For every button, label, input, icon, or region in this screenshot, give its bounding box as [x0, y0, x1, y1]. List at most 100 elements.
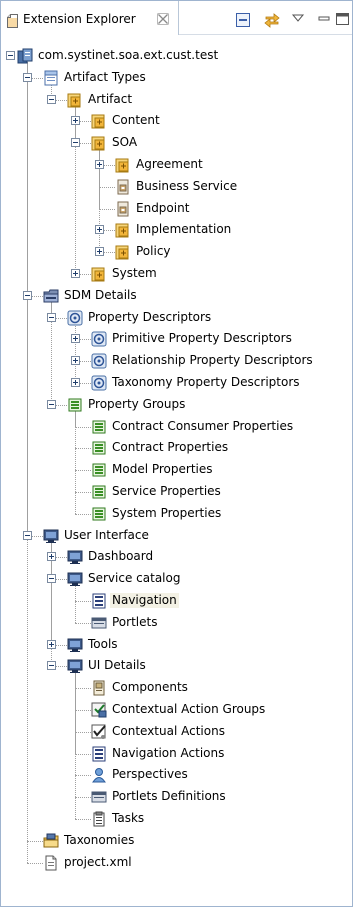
artifact-icon: [115, 223, 129, 238]
tree-item-portlets[interactable]: Portlets: [1, 612, 352, 633]
tree-item-tools[interactable]: Tools: [1, 634, 352, 655]
expand-icon[interactable]: [95, 247, 104, 257]
tree-item-label: Primitive Property Descriptors: [112, 331, 292, 346]
tree-item-label: Navigation Actions: [112, 745, 225, 760]
expand-icon[interactable]: [95, 225, 104, 235]
task-icon: [93, 811, 105, 827]
tree-item-perspectives[interactable]: Perspectives: [1, 764, 352, 785]
tree-item-navigation[interactable]: Navigation: [1, 590, 352, 611]
collapse-icon[interactable]: [47, 661, 56, 671]
tree-item-navigation-actions[interactable]: Navigation Actions: [1, 743, 352, 764]
tree-item-endpoint[interactable]: Endpoint: [1, 198, 352, 219]
collapse-icon[interactable]: [23, 290, 32, 300]
tree-item-property-descriptors[interactable]: Property Descriptors: [1, 307, 352, 328]
tree-item-business-service[interactable]: Business Service: [1, 176, 352, 197]
tree-item-label: Contextual Actions: [112, 723, 225, 738]
tree-item-label: Tools: [88, 636, 118, 651]
tree-item-system[interactable]: System: [1, 263, 352, 284]
tree-item-artifact[interactable]: Artifact: [1, 89, 352, 110]
maximize-icon[interactable]: [335, 11, 353, 27]
tree-item-label: Model Properties: [112, 462, 213, 477]
extension-explorer-view: Extension Explorer com.systinet.soa.ext.…: [0, 0, 353, 907]
tree-item-ui-details[interactable]: UI Details: [1, 655, 352, 676]
collapse-icon[interactable]: [6, 51, 15, 60]
tree-item-system-properties[interactable]: System Properties: [1, 503, 352, 524]
tree-item-soa[interactable]: SOA: [1, 132, 352, 153]
tree-item-tasks[interactable]: Tasks: [1, 808, 352, 829]
collapse-icon[interactable]: [47, 312, 56, 322]
tree-item-com-systinet-soa-ext-cust-test[interactable]: com.systinet.soa.ext.cust.test: [1, 45, 352, 66]
view-tab-bar: Extension Explorer: [1, 1, 352, 35]
tree-item-agreement[interactable]: Agreement: [1, 154, 352, 175]
artifact-icon: [115, 245, 129, 260]
expand-icon[interactable]: [71, 378, 80, 387]
expand-icon[interactable]: [71, 116, 80, 126]
expand-icon[interactable]: [95, 160, 104, 169]
monitor-icon: [67, 572, 83, 587]
tab-title: Extension Explorer: [23, 12, 136, 26]
tree-item-implementation[interactable]: Implementation: [1, 219, 352, 240]
artifact-icon: [67, 93, 81, 108]
extension-tree[interactable]: com.systinet.soa.ext.cust.test Artifact T…: [1, 35, 352, 906]
artifact-leaf-icon: [117, 179, 129, 195]
tree-item-label: Taxonomies: [64, 832, 135, 847]
tree-item-taxonomies[interactable]: Taxonomies: [1, 830, 352, 851]
collapse-all-icon[interactable]: [235, 12, 253, 28]
tree-item-user-interface[interactable]: User Interface: [1, 525, 352, 546]
tree-item-label: User Interface: [64, 527, 149, 542]
collapse-icon[interactable]: [23, 72, 32, 82]
expand-icon[interactable]: [47, 639, 56, 649]
portlet-icon: [91, 791, 107, 803]
tree-item-label: Dashboard: [88, 549, 154, 564]
minimize-icon[interactable]: [316, 11, 334, 27]
tree-item-contract-properties[interactable]: Contract Properties: [1, 437, 352, 458]
collapse-icon[interactable]: [47, 574, 56, 584]
expand-icon[interactable]: [71, 334, 80, 344]
tree-item-label: Policy: [136, 244, 171, 259]
collapse-icon[interactable]: [71, 138, 80, 148]
tree-item-label: Navigation: [110, 593, 179, 608]
expand-icon[interactable]: [47, 552, 56, 562]
tree-item-label: Tasks: [112, 811, 145, 825]
tree-item-portlets-definitions[interactable]: Portlets Definitions: [1, 786, 352, 807]
tree-item-artifact-types[interactable]: Artifact Types: [1, 67, 352, 88]
tree-item-label: Property Groups: [88, 396, 186, 411]
tab-extension-explorer[interactable]: Extension Explorer: [1, 1, 179, 35]
artifact-icon: [91, 114, 105, 129]
tree-item-project-xml[interactable]: project.xml: [1, 852, 352, 873]
navigation-icon: [92, 746, 106, 762]
tree-item-sdm-details[interactable]: SDM Details: [1, 285, 352, 306]
link-with-editor-icon[interactable]: [263, 12, 281, 28]
tree-item-model-properties[interactable]: Model Properties: [1, 459, 352, 480]
collapse-icon[interactable]: [47, 94, 56, 104]
tree-item-dashboard[interactable]: Dashboard: [1, 546, 352, 567]
tree-item-policy[interactable]: Policy: [1, 241, 352, 262]
close-icon[interactable]: [157, 13, 169, 25]
tree-item-label: Taxonomy Property Descriptors: [112, 375, 300, 389]
view-menu-icon[interactable]: [290, 11, 308, 27]
tree-item-components[interactable]: Components: [1, 677, 352, 698]
collapse-icon[interactable]: [47, 399, 56, 409]
expand-icon[interactable]: [71, 356, 80, 366]
tree-item-service-catalog[interactable]: Service catalog: [1, 568, 352, 589]
tree-item-service-properties[interactable]: Service Properties: [1, 481, 352, 502]
tree-item-contextual-action-groups[interactable]: Contextual Action Groups: [1, 699, 352, 720]
tree-item-label: Service Properties: [112, 484, 221, 498]
tree-item-contract-consumer-properties[interactable]: Contract Consumer Properties: [1, 416, 352, 437]
tree-item-label: Contract Properties: [112, 440, 229, 455]
action-group-icon: [91, 702, 107, 718]
tree-item-primitive-property-descriptors[interactable]: Primitive Property Descriptors: [1, 328, 352, 349]
group-icon: [92, 463, 106, 477]
expand-icon[interactable]: [71, 269, 80, 278]
tree-item-contextual-actions[interactable]: Contextual Actions: [1, 721, 352, 742]
tree-item-content[interactable]: Content: [1, 110, 352, 131]
group-icon: [92, 420, 106, 434]
tree-item-label: Artifact Types: [64, 69, 146, 84]
monitor-icon: [67, 638, 83, 652]
collapse-icon[interactable]: [23, 530, 32, 540]
file-icon: [45, 855, 57, 871]
tree-item-label: com.systinet.soa.ext.cust.test: [38, 48, 219, 62]
tree-item-property-groups[interactable]: Property Groups: [1, 394, 352, 415]
tree-item-relationship-property-descriptors[interactable]: Relationship Property Descriptors: [1, 350, 352, 371]
tree-item-taxonomy-property-descriptors[interactable]: Taxonomy Property Descriptors: [1, 372, 352, 393]
